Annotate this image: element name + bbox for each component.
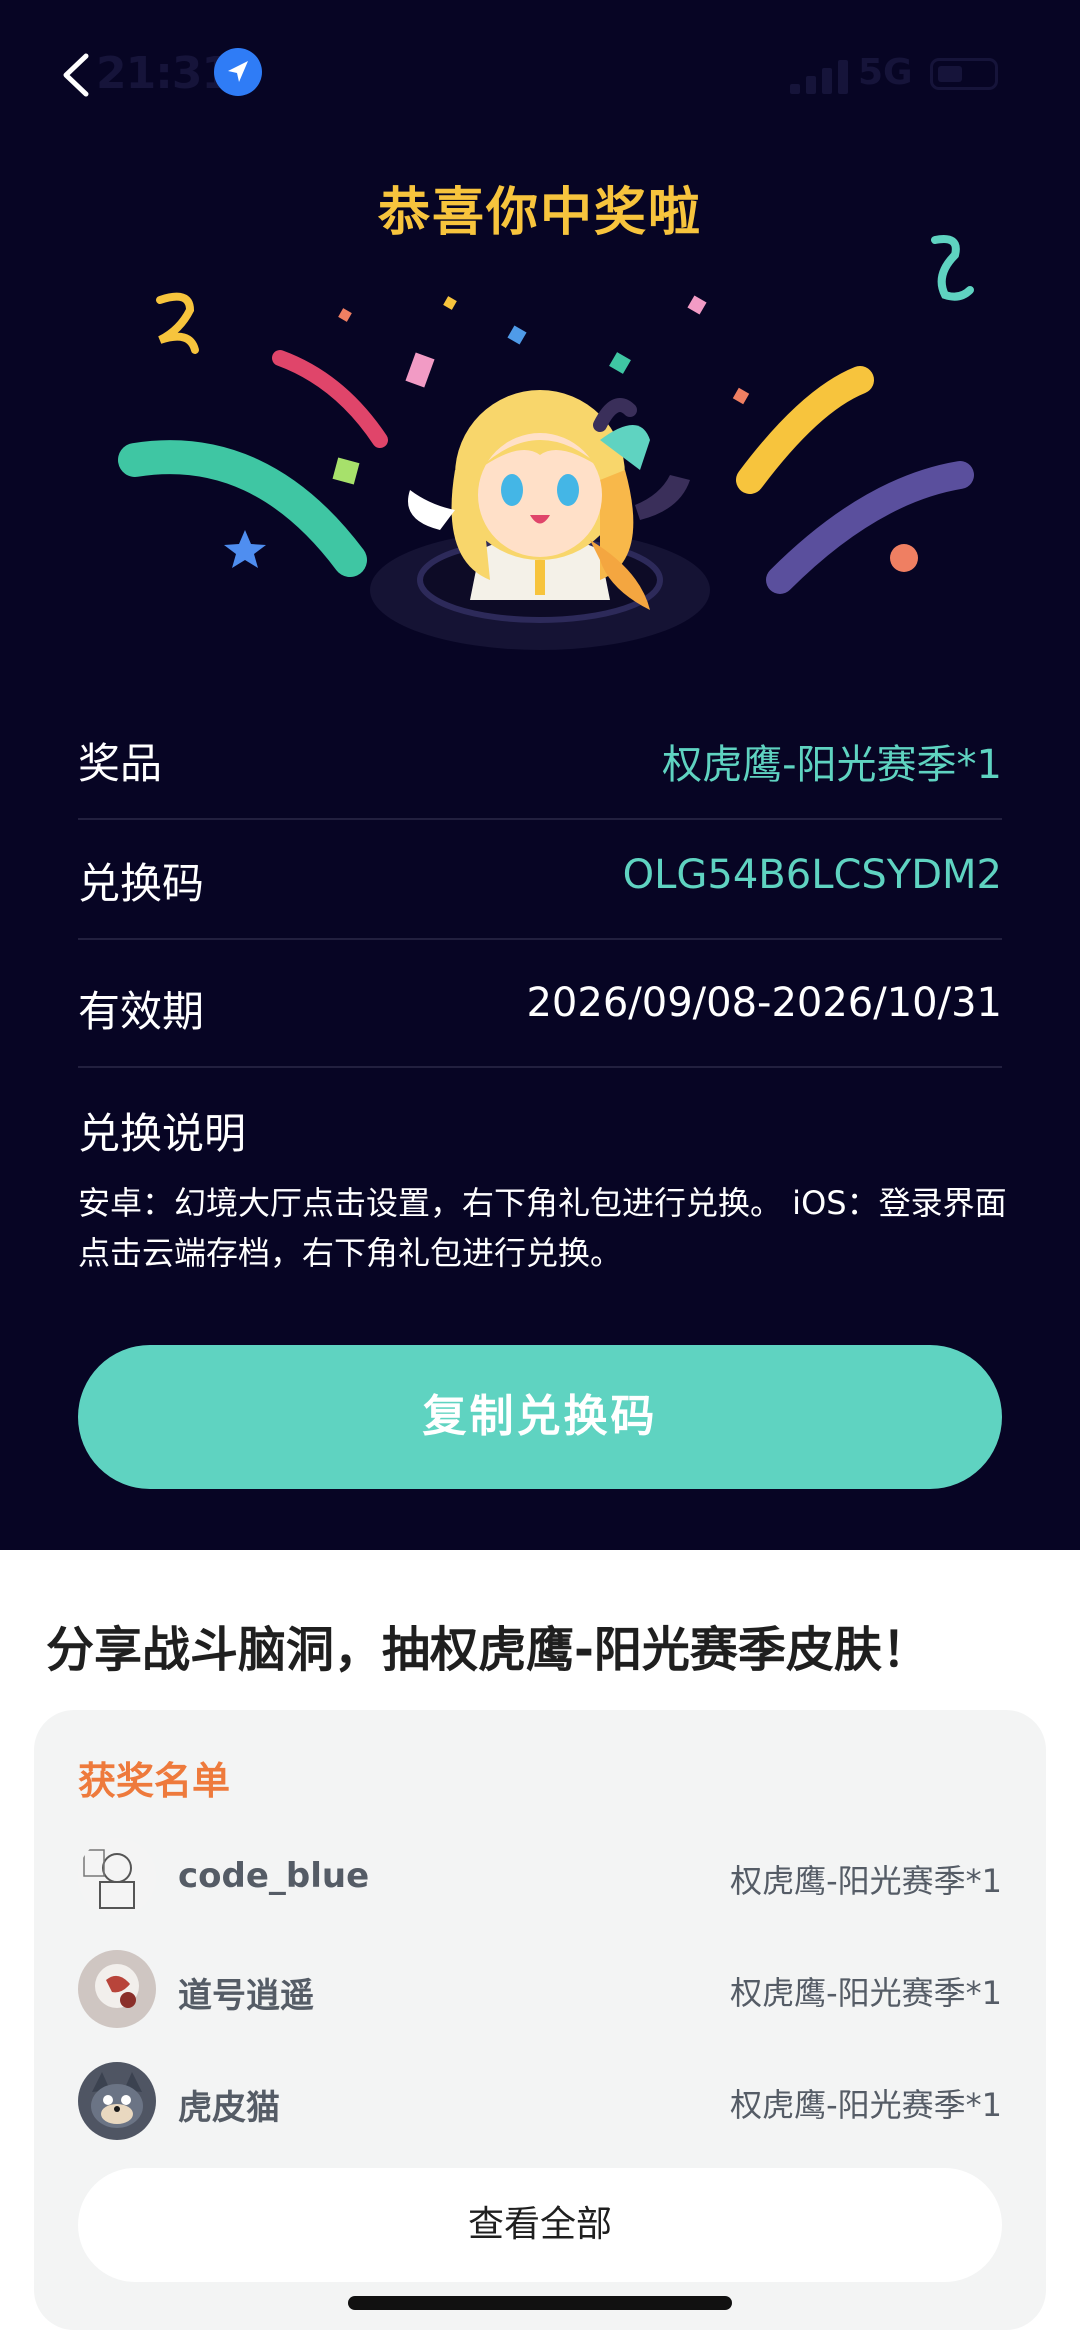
avatar (78, 1950, 156, 2028)
prize-label: 奖品 (78, 739, 163, 788)
status-time: 21:31 (96, 48, 232, 99)
status-bar: 21:31 5G (0, 40, 1080, 110)
home-indicator (348, 2296, 732, 2310)
prize-value: 权虎鹰-阳光赛季*1 (662, 742, 1002, 788)
winner-name: code_blue (178, 1856, 370, 1896)
validity-value: 2026/09/08-2026/10/31 (526, 980, 1002, 1026)
celebration-illustration (118, 235, 974, 650)
winner-name: 虎皮猫 (178, 2088, 280, 2128)
network-type: 5G (858, 52, 913, 93)
copy-code-button[interactable]: 复制兑换码 (78, 1345, 1002, 1489)
prize-panel: 21:31 5G 恭喜你中奖啦 奖品 权虎鹰-阳光赛季*1 兑换码 OLG54B… (0, 0, 1080, 1550)
view-all-button[interactable]: 查看全部 (78, 2168, 1002, 2282)
prize-row: 奖品 权虎鹰-阳光赛季*1 (78, 700, 1002, 820)
winner-prize: 权虎鹰-阳光赛季*1 (730, 2086, 1002, 2124)
share-title: 分享战斗脑洞，抽权虎鹰-阳光赛季皮肤！ (46, 1622, 930, 1678)
winner-row: code_blue 权虎鹰-阳光赛季*1 (78, 1838, 1002, 1918)
winner-row: 道号逍遥 权虎鹰-阳光赛季*1 (78, 1950, 1002, 2030)
winner-prize: 权虎鹰-阳光赛季*1 (730, 1862, 1002, 1900)
winner-row: 虎皮猫 权虎鹰-阳光赛季*1 (78, 2062, 1002, 2142)
explain-text: 安卓：幻境大厅点击设置，右下角礼包进行兑换。 iOS：登录界面点击云端存档，右下… (78, 1184, 1007, 1272)
avatar (78, 1838, 156, 1916)
share-section: 分享战斗脑洞，抽权虎鹰-阳光赛季皮肤！ 获奖名单 code_blue 权虎鹰-阳… (0, 1550, 1080, 2337)
signal-icon (790, 60, 848, 94)
winner-name: 道号逍遥 (178, 1976, 314, 2016)
location-arrow-icon (214, 48, 262, 96)
code-row: 兑换码 OLG54B6LCSYDM2 (78, 820, 1002, 940)
winner-prize: 权虎鹰-阳光赛季*1 (730, 1974, 1002, 2012)
explain-title: 兑换说明 (78, 1109, 247, 1158)
code-label: 兑换码 (78, 859, 205, 908)
code-value[interactable]: OLG54B6LCSYDM2 (623, 852, 1002, 898)
avatar (78, 2062, 156, 2140)
winners-card: 获奖名单 code_blue 权虎鹰-阳光赛季*1 道号逍遥 权虎鹰-阳光赛季*… (34, 1710, 1046, 2330)
winners-title: 获奖名单 (78, 1759, 231, 1803)
validity-row: 有效期 2026/09/08-2026/10/31 (78, 948, 1002, 1068)
validity-label: 有效期 (78, 987, 205, 1036)
battery-icon (930, 58, 998, 90)
